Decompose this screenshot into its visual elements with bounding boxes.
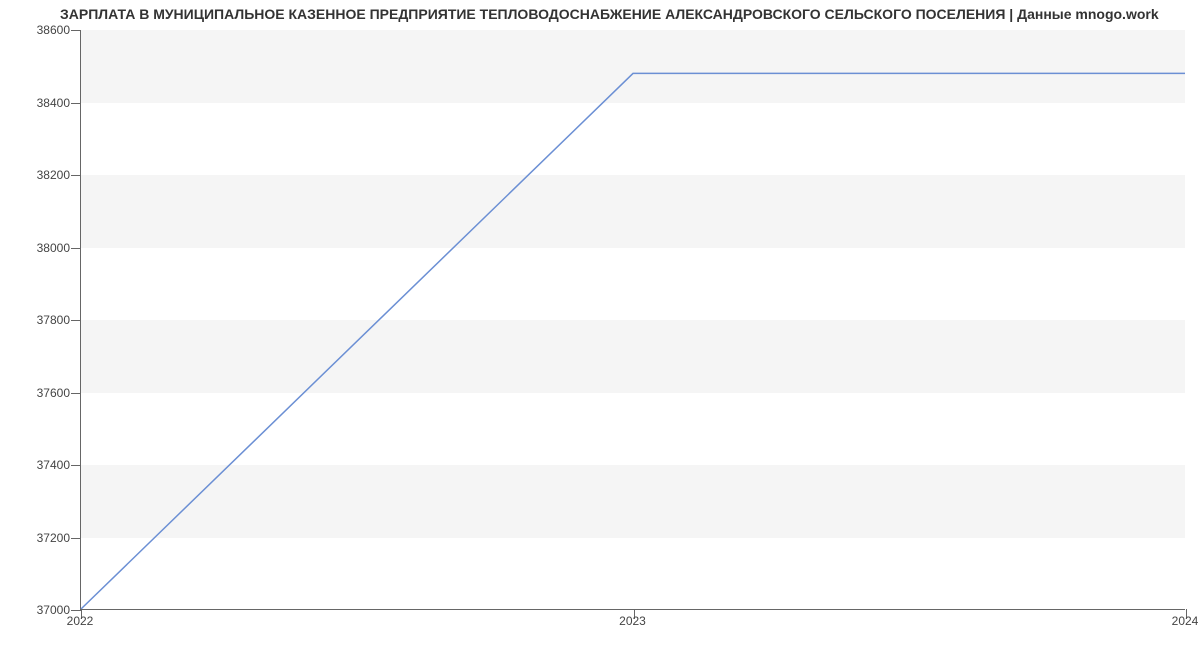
y-tick-label: 37200 — [10, 531, 70, 545]
x-tick-label: 2024 — [1172, 614, 1199, 628]
x-tick-label: 2022 — [67, 614, 94, 628]
chart-container: ЗАРПЛАТА В МУНИЦИПАЛЬНОЕ КАЗЕННОЕ ПРЕДПР… — [0, 0, 1200, 650]
y-tick — [71, 538, 81, 539]
y-tick — [71, 393, 81, 394]
y-tick — [71, 30, 81, 31]
y-tick-label: 37000 — [10, 603, 70, 617]
y-tick-label: 38200 — [10, 168, 70, 182]
chart-title: ЗАРПЛАТА В МУНИЦИПАЛЬНОЕ КАЗЕННОЕ ПРЕДПР… — [60, 6, 1159, 22]
y-tick-label: 37400 — [10, 458, 70, 472]
y-tick — [71, 175, 81, 176]
y-tick-label: 38000 — [10, 241, 70, 255]
y-tick-label: 37800 — [10, 313, 70, 327]
data-line — [81, 30, 1185, 609]
y-tick-label: 37600 — [10, 386, 70, 400]
y-tick — [71, 610, 81, 611]
y-tick-label: 38400 — [10, 96, 70, 110]
y-tick — [71, 248, 81, 249]
y-tick — [71, 103, 81, 104]
x-tick-label: 2023 — [619, 614, 646, 628]
y-tick-label: 38600 — [10, 23, 70, 37]
y-tick — [71, 465, 81, 466]
y-tick — [71, 320, 81, 321]
plot-area — [80, 30, 1185, 610]
